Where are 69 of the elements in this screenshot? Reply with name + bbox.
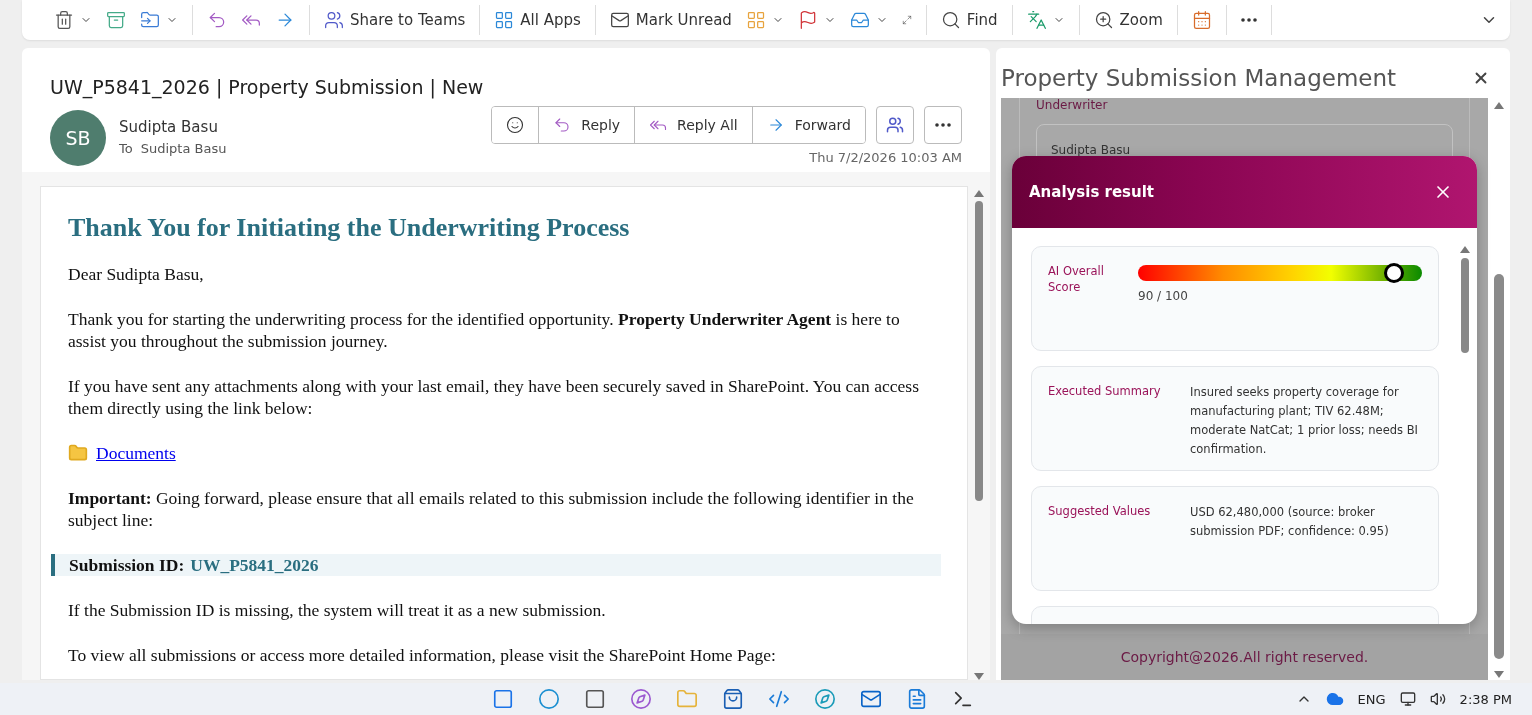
more-button[interactable] — [1240, 18, 1257, 22]
body-paragraph: To view all submissions or access more detailed information, please visit the SharePoint Home Page: — [68, 644, 777, 666]
teams-icon — [886, 116, 904, 134]
sender-avatar: SB — [50, 110, 106, 166]
category-grid-button[interactable] — [745, 10, 784, 30]
result-value: USD 62,480,000 (source: broker submission PDF; confidence: 0.95) — [1190, 504, 1390, 540]
move-to-folder-icon — [140, 10, 160, 30]
field-label: Underwriter — [1036, 98, 1109, 112]
result-value: Insured seeks property coverage for manufacturing plant; TIV 62.48M; moderate NatCat; 1 prior loss; needs BI confirmation. — [1190, 384, 1419, 458]
reply-button[interactable] — [207, 10, 227, 30]
score-label: AI Overall Score — [1048, 263, 1105, 296]
volume-icon[interactable] — [1429, 691, 1446, 707]
inbox-rules-button[interactable] — [849, 10, 888, 30]
teams-icon — [324, 10, 344, 30]
email-date: Thu 7/2/2026 10:03 AM — [809, 150, 962, 165]
action-button[interactable]: Forward — [751, 107, 865, 143]
result-label: Suggested Values — [1048, 503, 1152, 520]
category-grid-icon — [745, 10, 766, 30]
sender-name: Sudipta Basu — [119, 118, 219, 136]
email-subject: UW_P5841_2026 | Property Submission | New — [49, 75, 485, 98]
calendar-chart-icon — [1191, 10, 1212, 30]
smiley-icon — [506, 116, 525, 134]
email-heading: Thank You for Initiating the Underwriting Process — [68, 213, 631, 243]
documents-link[interactable]: Documents — [96, 442, 176, 464]
toolbar-button[interactable]: Find — [940, 10, 998, 30]
toolbar-button[interactable]: Mark Unread — [609, 10, 732, 30]
calendar-chart-button[interactable] — [1191, 10, 1212, 30]
reply-icon — [207, 10, 227, 30]
trash-button[interactable] — [54, 10, 92, 30]
submission-id: UW_P5841_2026 — [190, 554, 319, 576]
toolbar-button[interactable]: Zoom — [1093, 10, 1163, 30]
trash-icon — [54, 10, 74, 30]
callout-label: Submission ID: — [69, 554, 185, 576]
apps-grid-icon — [494, 10, 515, 30]
cloud-icon[interactable] — [1325, 690, 1344, 708]
more-icon — [1240, 18, 1257, 22]
dialog-title: Analysis result — [1029, 183, 1155, 201]
language-indicator[interactable]: ENG — [1357, 691, 1386, 707]
recipient-name: Sudipta Basu — [140, 141, 227, 156]
store-icon[interactable] — [722, 688, 744, 710]
translate-icon — [1026, 10, 1047, 30]
inbox-rules-icon — [849, 10, 870, 30]
envelope-icon — [609, 10, 630, 30]
toolbar-button[interactable]: Share to Teams — [324, 10, 466, 30]
reply-icon — [553, 116, 572, 134]
copyright-text: Copyright@2026.All right reserved. — [1001, 634, 1488, 680]
more-icon — [935, 123, 951, 127]
score-reading: 90 / 100 — [1138, 289, 1189, 303]
body-paragraph: Important: Going forward, please ensure that all emails related to this submission include the following identifier in the subject line: — [68, 487, 915, 531]
notepad-icon[interactable] — [906, 688, 928, 710]
archive-button[interactable] — [106, 10, 126, 30]
translate-button[interactable] — [1026, 10, 1065, 30]
body-paragraph: Thank you for starting the underwriting process for the identified opportunity. Property Underwriter Agent is here to assist you throughout the submission journey. — [68, 308, 901, 352]
clock[interactable]: 2:38 PM — [1459, 691, 1512, 707]
code-editor-icon[interactable] — [768, 688, 790, 710]
expand-icon — [901, 15, 912, 25]
archive-icon — [106, 10, 126, 30]
result-label: Executed Summary — [1048, 383, 1162, 400]
to-label: To — [119, 141, 133, 156]
body-paragraph: Dear Sudipta Basu, — [68, 263, 205, 285]
zoom-icon — [1093, 10, 1114, 30]
move-to-folder-button[interactable] — [140, 10, 178, 30]
teams-button[interactable] — [876, 106, 914, 144]
toolbar-button[interactable]: All Apps — [494, 10, 581, 30]
body-paragraph: If you have sent any attachments along with your last email, they have been securely saved in SharePoint. You can access them directly using the link below: — [68, 375, 920, 419]
body-paragraph: If the Submission ID is missing, the system will treat it as a new submission. — [68, 599, 607, 621]
addin-title: Property Submission Management — [1001, 65, 1397, 91]
browser-icon[interactable] — [814, 688, 836, 710]
folder-icon — [68, 443, 88, 463]
